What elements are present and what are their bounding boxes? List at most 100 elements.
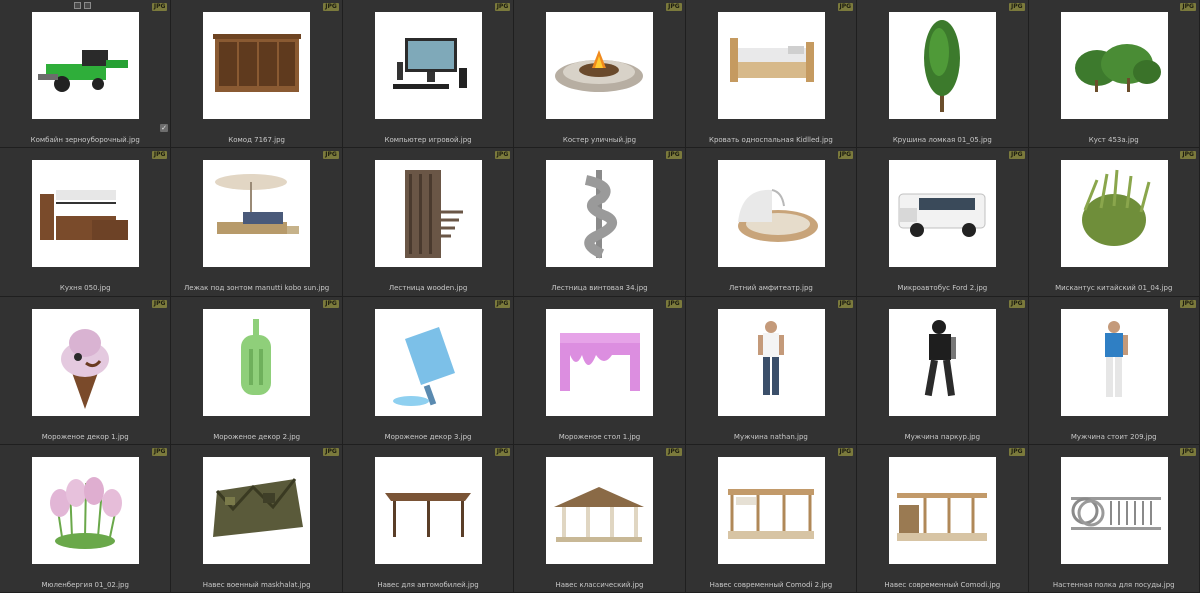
file-tile[interactable]: JPG Кухня 050.jpg <box>0 148 172 297</box>
file-name-label: Мужчина стоит 209.jpg <box>1070 432 1157 441</box>
check-icon[interactable]: ✓ <box>160 124 168 132</box>
thumbnail-image[interactable] <box>1060 12 1168 119</box>
lounger-icon <box>215 174 300 235</box>
file-tile[interactable]: JPG Летний амфитеатр.jpg <box>685 148 858 297</box>
thumbnail-image[interactable] <box>1060 160 1168 268</box>
thumbnail-image[interactable] <box>32 308 139 416</box>
thumbnail-image[interactable] <box>717 12 825 119</box>
file-tile[interactable]: JPG Навес военный maskhalat.jpg <box>171 444 343 593</box>
kitchen-icon <box>40 190 128 241</box>
van-icon <box>898 193 986 238</box>
dishrack-icon <box>1070 496 1161 530</box>
file-type-badge: JPG <box>837 299 854 308</box>
file-tile[interactable]: JPG Навес для автомобилей.jpg <box>342 444 515 593</box>
file-name-label: Мюленбергия 01_02.jpg <box>41 580 129 589</box>
file-type-badge: JPG <box>666 3 682 11</box>
file-tile[interactable]: JPG Лестница винтовая 34.jpg <box>514 148 686 297</box>
file-tile[interactable]: JPG Настенная полка для посуды.jpg <box>1028 444 1200 593</box>
pen-icon[interactable] <box>84 2 91 9</box>
square-select-icon[interactable] <box>74 2 81 9</box>
thumbnail-image[interactable] <box>717 456 825 564</box>
file-type-badge: JPG <box>494 151 511 160</box>
thumbnail-image[interactable] <box>1060 308 1168 416</box>
grass-icon <box>1081 170 1150 247</box>
file-name-label: Костер уличный.jpg <box>562 136 637 144</box>
camo-tent-icon <box>213 477 304 537</box>
file-tile[interactable]: JPG Мюленбергия 01_02.jpg <box>0 444 172 593</box>
file-tile[interactable]: JPG Мороженое декор 3.jpg <box>342 296 515 445</box>
file-tile[interactable]: JPG Мороженое декор 2.jpg <box>171 296 343 445</box>
firepit-icon <box>555 50 644 92</box>
file-name-label: Настенная полка для посуды.jpg <box>1052 580 1175 589</box>
popsicle-green-icon <box>241 318 272 395</box>
thumbnail-image[interactable] <box>374 12 482 119</box>
thumbnail-image[interactable] <box>546 160 654 268</box>
file-tile[interactable]: JPG Компьютер игровой.jpg <box>342 0 515 149</box>
file-name-label: Навес для автомобилей.jpg <box>377 580 479 589</box>
file-type-badge: JPG <box>151 3 168 11</box>
file-tile[interactable]: JPG Микроавтобус Ford 2.jpg <box>857 148 1029 297</box>
thumbnail-image[interactable] <box>203 12 311 119</box>
thumbnail-image[interactable] <box>889 308 997 416</box>
thumbnail-image[interactable] <box>32 160 139 268</box>
file-tile[interactable]: JPG Мискантус китайский 01_04.jpg <box>1028 148 1200 297</box>
drip-table-icon <box>560 332 641 391</box>
thumbnail-image[interactable] <box>889 160 997 268</box>
file-tile[interactable]: JPG Крушина ломкая 01_05.jpg <box>857 0 1029 149</box>
thumbnail-image[interactable] <box>32 456 139 564</box>
thumbnail-image[interactable] <box>1060 456 1168 564</box>
thumbnail-image[interactable] <box>546 456 654 564</box>
file-tile[interactable]: JPG Костер уличный.jpg <box>514 0 686 149</box>
file-type-badge: JPG <box>666 447 682 456</box>
carport-icon <box>384 492 471 537</box>
pergola-icon <box>727 488 814 539</box>
file-tile[interactable]: JPG Комбайн зерноуборочный.jpg <box>0 0 172 149</box>
file-tile[interactable]: JPG Навес классический.jpg <box>514 444 686 593</box>
file-tile[interactable]: JPG Мороженое декор 1.jpg <box>0 296 172 445</box>
thumbnail-image[interactable] <box>889 12 997 119</box>
file-name-label: Мороженое декор 3.jpg <box>384 432 472 441</box>
file-type-badge: JPG <box>323 151 339 160</box>
file-type-badge: JPG <box>1008 447 1025 456</box>
file-tile[interactable]: JPG Лежак под зонтом manutti kobo sun.jpg <box>171 148 343 297</box>
file-type-badge: JPG <box>1008 151 1025 160</box>
thumbnail-image[interactable] <box>203 456 311 564</box>
file-type-badge: JPG <box>151 299 168 308</box>
file-name-label: Кровать односпальная Kidlled.jpg <box>708 136 833 144</box>
file-type-badge: JPG <box>837 151 854 160</box>
file-type-badge: JPG <box>837 3 854 11</box>
file-name-label: Микроавтобус Ford 2.jpg <box>897 284 988 293</box>
thumbnail-image[interactable] <box>717 160 825 268</box>
thumbnail-image[interactable] <box>889 456 997 564</box>
file-tile[interactable]: JPG Мужчина стоит 209.jpg <box>1028 296 1200 445</box>
thumbnail-image[interactable] <box>546 12 654 119</box>
file-tile[interactable]: JPG Мужчина паркур.jpg <box>857 296 1029 445</box>
thumbnail-image[interactable] <box>374 160 482 268</box>
harvester-icon <box>38 50 128 92</box>
dresser-icon <box>213 34 302 92</box>
file-type-badge: JPG <box>1008 3 1025 11</box>
thumbnail-image[interactable] <box>717 308 825 416</box>
thumbnail-image[interactable] <box>546 308 654 416</box>
file-tile[interactable]: JPG Комод 7167.jpg <box>171 0 343 149</box>
file-tile[interactable]: JPG Навес современный Comodi 2.jpg <box>685 444 858 593</box>
file-type-badge: JPG <box>151 447 168 456</box>
thumbnail-image[interactable] <box>374 308 482 416</box>
file-tile[interactable]: JPG Мужчина nathan.jpg <box>685 296 858 445</box>
thumbnail-image[interactable] <box>374 456 482 564</box>
file-tile[interactable]: JPG Мороженое стол 1.jpg <box>514 296 686 445</box>
file-tile[interactable]: JPG Навес современный Comodi.jpg <box>857 444 1029 593</box>
file-name-label: Навес современный Comodi 2.jpg <box>709 580 833 589</box>
file-name-label: Компьютер игровой.jpg <box>384 136 472 144</box>
thumbnail-image[interactable] <box>203 160 311 268</box>
thumbnail-image[interactable] <box>32 12 139 119</box>
file-tile[interactable]: JPG Лестница wooden.jpg <box>342 148 515 297</box>
file-type-badge: JPG <box>837 447 854 456</box>
thumbnail-image[interactable] <box>203 308 311 416</box>
file-tile[interactable]: JPG Кровать односпальная Kidlled.jpg <box>685 0 858 149</box>
file-type-badge: JPG <box>494 3 511 11</box>
file-grid: JPG Комбайн зерноуборочный.jpg JPG Комод 71… <box>0 0 1200 593</box>
stairs-icon <box>404 170 463 259</box>
file-name-label: Мужчина паркур.jpg <box>904 432 981 441</box>
file-tile[interactable]: JPG Куст 453a.jpg <box>1028 0 1200 149</box>
